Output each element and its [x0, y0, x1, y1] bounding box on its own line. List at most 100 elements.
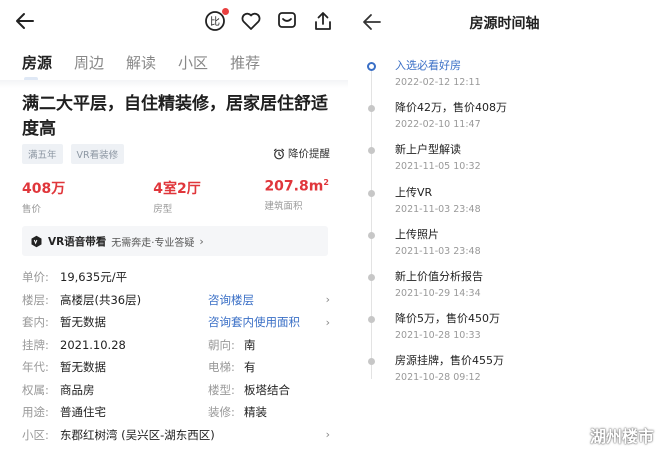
- timeline-time: 2021-10-28 10:33: [395, 330, 481, 342]
- property-info: 单价: 19,635元/平 楼层: 高楼层(共36层) 咨询楼层 › 套内: 暂…: [22, 266, 332, 446]
- consult-inner-area-link[interactable]: 咨询套内使用面积: [208, 314, 300, 330]
- timeline-event: 降价42万，售价408万: [395, 101, 507, 115]
- stat-area: 207.8m2 建筑面积: [232, 178, 337, 215]
- info-row-community[interactable]: 小区: 东郡红树湾 (吴兴区-湖东西区) ›: [22, 424, 332, 447]
- timeline-item: 新上户型解读 2021-11-05 10:32: [368, 142, 651, 184]
- info-col2-building-type: 楼型: 板塔结合: [208, 382, 290, 398]
- info-value: 暂无数据: [60, 360, 106, 375]
- timeline-event: 新上户型解读: [395, 143, 461, 157]
- timeline-item: 降价5万，售价450万 2021-10-28 10:33: [368, 311, 651, 353]
- listing-title: 满二大平层，自住精装修，居家居住舒适度高: [22, 94, 328, 139]
- notification-dot: [222, 8, 229, 15]
- info-key: 单价:: [22, 270, 49, 285]
- timeline-time: 2021-10-29 14:34: [395, 287, 481, 299]
- info-key: 小区:: [22, 427, 49, 442]
- svg-text:比: 比: [210, 16, 220, 28]
- tab-nearby[interactable]: 周边: [74, 52, 104, 73]
- tag-five-years: 满五年: [22, 144, 63, 164]
- timeline-event: 降价5万，售价450万: [395, 312, 500, 326]
- tab-community[interactable]: 小区: [178, 52, 208, 73]
- timeline-dot: [368, 189, 375, 197]
- timeline-item: 降价42万，售价408万 2022-02-10 11:47: [368, 100, 651, 142]
- info-key: 权属:: [22, 382, 49, 397]
- timeline-item: 入选必看好房 2022-02-12 12:11: [367, 58, 651, 100]
- watermark-text: 湖州楼市: [589, 427, 654, 446]
- info-value: 东郡红树湾 (吴兴区-湖东西区): [60, 427, 215, 442]
- stat-area-number: 207.8m: [264, 178, 324, 195]
- chevron-right-icon[interactable]: ›: [326, 428, 330, 441]
- compare-icon[interactable]: 比: [204, 8, 229, 32]
- tab-listing[interactable]: 房源: [22, 52, 52, 81]
- tab-analysis[interactable]: 解读: [126, 52, 156, 73]
- info-key: 楼层:: [22, 292, 49, 307]
- watermark: 湖州楼市: [566, 423, 654, 447]
- info-key: 朝向:: [208, 337, 235, 352]
- timeline-item: 新上价值分析报告 2021-10-29 14:34: [368, 269, 651, 311]
- chevron-right-icon[interactable]: ›: [326, 293, 330, 306]
- info-value: 有: [244, 360, 256, 375]
- timeline-item: 上传VR 2021-11-03 23:48: [368, 185, 651, 227]
- info-row-rights: 权属: 商品房 楼型: 板塔结合: [22, 379, 332, 402]
- info-key: 楼型:: [208, 382, 235, 397]
- info-col2-facing: 朝向: 南: [208, 337, 256, 353]
- vr-title: VR语音带看: [48, 235, 107, 248]
- info-key: 装修:: [208, 405, 235, 420]
- info-row-inner-area: 套内: 暂无数据 咨询套内使用面积 ›: [22, 311, 332, 334]
- consult-floor-link[interactable]: 咨询楼层: [208, 292, 254, 308]
- info-value: 商品房: [60, 382, 95, 397]
- back-arrow-icon[interactable]: [14, 10, 36, 32]
- info-value: 2021.10.28: [60, 337, 126, 352]
- timeline-top-bar: 房源时间轴: [349, 0, 660, 44]
- timeline-time: 2021-11-03 23:48: [395, 245, 481, 257]
- stat-layout: 4室2厅 房型: [127, 178, 232, 215]
- stat-layout-label: 房型: [153, 204, 173, 215]
- timeline-event: 上传照片: [395, 227, 439, 241]
- timeline-event: 新上价值分析报告: [395, 269, 483, 283]
- info-row-listed: 挂牌: 2021.10.28 朝向: 南: [22, 334, 332, 357]
- timeline-time: 2021-10-28 09:12: [395, 372, 481, 384]
- timeline-time: 2022-02-10 11:47: [395, 119, 481, 131]
- stat-price: 408万 售价: [22, 178, 127, 215]
- stat-area-label: 建筑面积: [264, 200, 303, 212]
- timeline-dot: [368, 316, 375, 324]
- alarm-clock-icon: [273, 148, 285, 159]
- timeline-dot: [368, 358, 375, 366]
- share-icon[interactable]: [312, 10, 334, 32]
- timeline-dot: [368, 105, 375, 113]
- info-value: 精装: [244, 405, 267, 420]
- vr-tour-banner[interactable]: VR语音带看 无需奔走·专业答疑 ›: [22, 226, 328, 256]
- info-value: 高楼层(共36层): [60, 292, 142, 307]
- chat-icon[interactable]: [276, 10, 298, 32]
- info-key: 电梯:: [208, 360, 235, 375]
- timeline-dot: [367, 62, 376, 71]
- price-alert-button[interactable]: 降价提醒: [273, 146, 330, 161]
- key-stats: 408万 售价 4室2厅 房型 207.8m2 建筑面积: [22, 178, 338, 215]
- stat-area-value: 207.8m2: [264, 178, 337, 195]
- info-row-usage: 用途: 普通住宅 装修: 精装: [22, 401, 332, 424]
- info-row-unit-price: 单价: 19,635元/平: [22, 266, 332, 289]
- timeline-dot: [368, 273, 375, 281]
- top-bar: 比: [0, 0, 348, 44]
- stat-price-label: 售价: [22, 204, 42, 215]
- info-key: 挂牌:: [22, 337, 49, 352]
- timeline-dot: [368, 231, 375, 239]
- timeline-event: 入选必看好房: [395, 59, 461, 72]
- top-actions: 比: [204, 8, 334, 32]
- section-tabs: 房源 周边 解读 小区 推荐: [22, 52, 260, 81]
- info-key: 用途:: [22, 405, 49, 420]
- heart-icon[interactable]: [240, 10, 262, 32]
- chevron-right-icon: ›: [199, 234, 204, 248]
- chevron-right-icon[interactable]: ›: [326, 316, 330, 329]
- info-value: 南: [244, 337, 256, 352]
- info-value: 暂无数据: [60, 315, 106, 330]
- stat-layout-value: 4室2厅: [153, 181, 201, 197]
- vr-badge-icon: [31, 235, 42, 247]
- timeline-time: 2021-11-05 10:32: [395, 161, 481, 173]
- timeline-title: 房源时间轴: [469, 16, 540, 32]
- info-col2-elevator: 电梯: 有: [208, 359, 256, 375]
- tag-row: 满五年 VR看装修: [22, 144, 125, 164]
- timeline-event: 房源挂牌，售价455万: [395, 354, 504, 368]
- tab-recommend[interactable]: 推荐: [230, 52, 260, 73]
- timeline-time: 2022-02-12 12:11: [395, 77, 481, 88]
- info-value: 19,635元/平: [60, 270, 128, 285]
